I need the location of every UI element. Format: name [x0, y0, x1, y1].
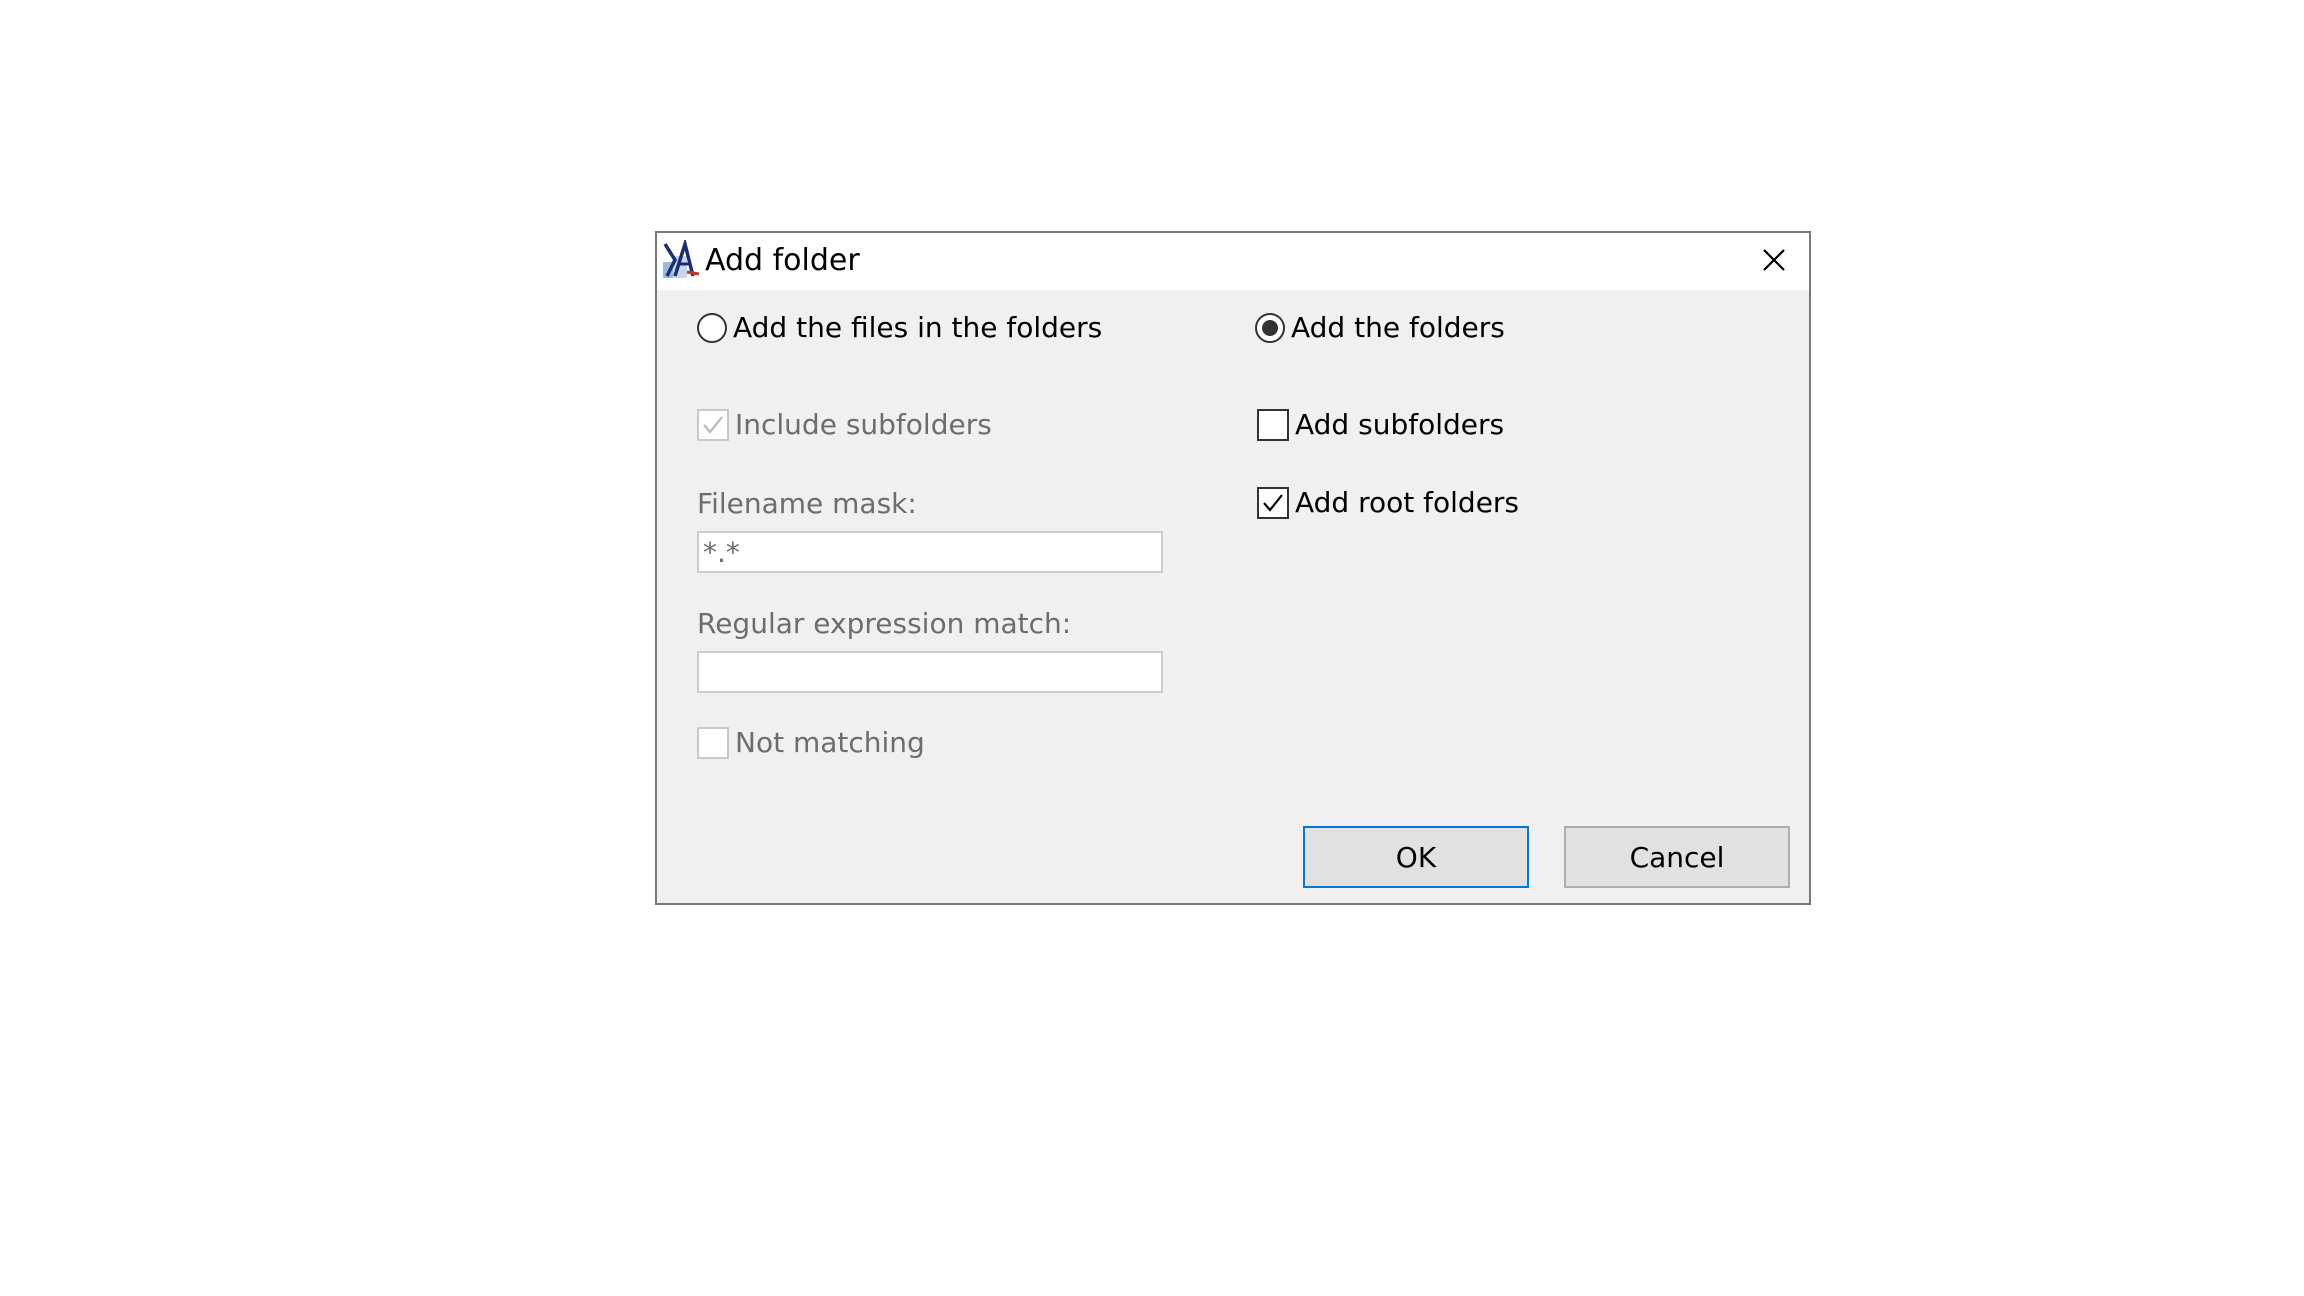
add-subfolders-checkbox[interactable]: Add subfolders	[1257, 408, 1504, 442]
ok-button[interactable]: OK	[1303, 826, 1529, 888]
title-bar[interactable]: Add folder	[657, 233, 1809, 290]
add-folder-dialog: Add folder Add the files in the folders …	[655, 231, 1811, 905]
add-subfolders-box[interactable]	[1257, 409, 1289, 441]
not-matching-box[interactable]	[697, 727, 729, 759]
dialog-title: Add folder	[705, 243, 860, 278]
regex-match-label: Regular expression match:	[697, 607, 1072, 640]
radio-add-folders-label: Add the folders	[1291, 311, 1505, 344]
close-button[interactable]	[1739, 233, 1809, 290]
radio-add-files-label: Add the files in the folders	[733, 311, 1103, 344]
include-subfolders-label: Include subfolders	[735, 408, 992, 441]
filename-mask-input[interactable]	[697, 531, 1163, 573]
add-subfolders-label: Add subfolders	[1295, 408, 1505, 441]
add-root-folders-checkbox[interactable]: Add root folders	[1257, 486, 1519, 520]
radio-add-files-indicator[interactable]	[697, 313, 727, 343]
not-matching-checkbox[interactable]: Not matching	[697, 726, 925, 760]
include-subfolders-box[interactable]	[697, 409, 729, 441]
radio-add-folders[interactable]: Add the folders	[1255, 311, 1505, 345]
radio-add-folders-indicator[interactable]	[1255, 313, 1285, 343]
cancel-button[interactable]: Cancel	[1564, 826, 1790, 888]
add-root-folders-box[interactable]	[1257, 487, 1289, 519]
not-matching-label: Not matching	[735, 726, 925, 759]
regex-match-input[interactable]	[697, 651, 1163, 693]
app-logo-icon	[661, 237, 701, 280]
close-icon	[1762, 248, 1786, 276]
filename-mask-label: Filename mask:	[697, 487, 917, 520]
add-root-folders-label: Add root folders	[1295, 486, 1520, 519]
include-subfolders-checkbox[interactable]: Include subfolders	[697, 408, 992, 442]
radio-add-files[interactable]: Add the files in the folders	[697, 311, 1102, 345]
